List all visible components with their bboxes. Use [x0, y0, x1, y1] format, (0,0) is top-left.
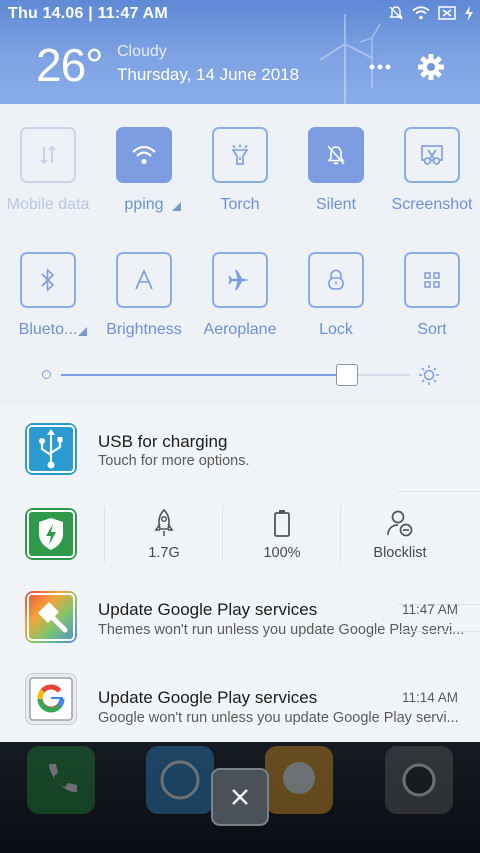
- camera-icon: [402, 763, 436, 797]
- themes-notification-title: Update Google Play services: [98, 600, 318, 619]
- toggle-silent-button[interactable]: [308, 127, 364, 183]
- toggle-lock-button[interactable]: [308, 252, 364, 308]
- toggle-screenshot[interactable]: Screenshot: [384, 104, 480, 214]
- status-icons: [388, 5, 474, 21]
- toggle-brightness-button[interactable]: [116, 252, 172, 308]
- google-notification-subtitle: Google won't run unless you update Googl…: [98, 710, 459, 726]
- usb-app-icon: [25, 423, 77, 475]
- stat-memory-value: 1.7G: [148, 545, 180, 561]
- google-notification-title: Update Google Play services: [98, 688, 318, 707]
- toggle-lock[interactable]: Lock: [288, 229, 384, 339]
- messages-icon: [283, 762, 315, 794]
- toggle-wifi-button[interactable]: [116, 127, 172, 183]
- aeroplane-icon: [228, 270, 250, 290]
- brightness-slider[interactable]: [40, 360, 444, 390]
- toggle-screenshot-button[interactable]: [404, 127, 460, 183]
- brightness-thumb[interactable]: [336, 364, 359, 386]
- divider: [398, 491, 480, 492]
- shield-icon: [27, 510, 75, 558]
- toggle-wifi[interactable]: pping: [96, 104, 192, 214]
- brightness-low-icon: [42, 370, 51, 379]
- themes-notification-subtitle: Themes won't run unless you update Googl…: [98, 622, 465, 638]
- themes-icon: [27, 593, 75, 641]
- toggle-mobile-data[interactable]: Mobile data: [0, 104, 96, 214]
- security-app-icon: [25, 508, 77, 560]
- toggle-brightness[interactable]: Brightness: [96, 229, 192, 339]
- settings-button[interactable]: [416, 52, 446, 82]
- wifi-expand-caret[interactable]: [172, 202, 181, 211]
- screenshot-icon: [421, 145, 443, 165]
- usb-icon: [27, 425, 75, 473]
- status-bar: Thu 14.06 | 11:47 AM: [0, 0, 480, 28]
- toggle-torch-button[interactable]: [212, 127, 268, 183]
- wifi-icon: [412, 6, 430, 20]
- wifi-icon: [132, 145, 156, 165]
- stat-battery[interactable]: 100%: [223, 506, 341, 568]
- toggle-sort-button[interactable]: [404, 252, 460, 308]
- mobile-data-icon: [40, 145, 56, 165]
- toggle-sort[interactable]: Sort: [384, 229, 480, 339]
- google-app-icon: [25, 673, 77, 725]
- close-icon: [232, 789, 248, 805]
- charging-icon: [465, 5, 473, 21]
- browser-icon: [160, 760, 200, 800]
- notification-themes[interactable]: Update Google Play services 11:47 AM The…: [0, 586, 480, 668]
- dock-messages-app[interactable]: [265, 746, 333, 814]
- more-button[interactable]: [364, 55, 396, 79]
- toggle-bluetooth-button[interactable]: [20, 252, 76, 308]
- notification-usb[interactable]: USB for charging Touch for more options.: [0, 406, 480, 496]
- battery-icon: [438, 6, 456, 20]
- divider: [398, 631, 480, 632]
- weather-condition: Cloudy: [117, 43, 167, 60]
- silent-icon: [327, 145, 345, 165]
- torch-icon: [231, 144, 249, 165]
- temperature: 26°: [36, 39, 104, 91]
- toggle-sort-label: Sort: [417, 321, 447, 338]
- toggle-screenshot-label: Screenshot: [391, 196, 473, 213]
- bluetooth-expand-caret[interactable]: [78, 327, 87, 336]
- notification-list: USB for charging Touch for more options.…: [0, 406, 480, 742]
- toggle-torch[interactable]: Torch: [192, 104, 288, 214]
- more-icon: [369, 64, 391, 70]
- stat-blocklist[interactable]: Blocklist: [341, 506, 459, 568]
- stat-blocklist-value: Blocklist: [373, 545, 427, 561]
- quick-toggles-panel: Mobile data pping Torch Silent Screensho…: [0, 104, 480, 406]
- blocklist-icon: [387, 510, 413, 537]
- lock-icon: [328, 269, 344, 290]
- toggle-aeroplane-button[interactable]: [212, 252, 268, 308]
- brightness-auto-icon: [135, 269, 153, 290]
- date-label: Thursday, 14 June 2018: [117, 65, 300, 84]
- stat-memory[interactable]: 1.7G: [105, 506, 223, 568]
- usb-notification-subtitle: Touch for more options.: [98, 453, 250, 469]
- google-icon: [29, 677, 73, 721]
- themes-notification-time: 11:47 AM: [401, 602, 458, 617]
- brightness-fill: [61, 374, 348, 376]
- silent-icon: [389, 6, 403, 20]
- status-time: Thu 14.06 | 11:47 AM: [8, 5, 168, 22]
- dock-browser-app[interactable]: [146, 746, 214, 814]
- rocket-icon: [154, 508, 174, 536]
- toggle-silent[interactable]: Silent: [288, 104, 384, 214]
- themes-app-icon: [25, 591, 77, 643]
- notification-google[interactable]: Update Google Play services 11:14 AM Goo…: [0, 668, 480, 742]
- usb-notification-title: USB for charging: [98, 432, 228, 451]
- brightness-high-icon: [419, 365, 439, 385]
- notification-security[interactable]: 1.7G 100% Blocklist: [0, 496, 480, 605]
- notification-header: Thu 14.06 | 11:47 AM 26° Cloudy Thursday…: [0, 0, 480, 104]
- bluetooth-icon: [41, 268, 55, 292]
- gear-icon: [418, 54, 444, 80]
- sort-grid-icon: [424, 272, 440, 288]
- phone-icon: [49, 764, 77, 793]
- dock-camera-app[interactable]: [385, 746, 453, 814]
- google-notification-time: 11:14 AM: [401, 690, 458, 705]
- dock-phone-app[interactable]: [27, 746, 95, 814]
- toggle-bluetooth[interactable]: Blueto...: [0, 229, 96, 339]
- toggle-aeroplane[interactable]: Aeroplane: [192, 229, 288, 339]
- toggle-mobile-data-button[interactable]: [20, 127, 76, 183]
- close-notifications-button[interactable]: [211, 768, 269, 826]
- stat-battery-value: 100%: [263, 545, 301, 561]
- battery-icon: [274, 510, 290, 537]
